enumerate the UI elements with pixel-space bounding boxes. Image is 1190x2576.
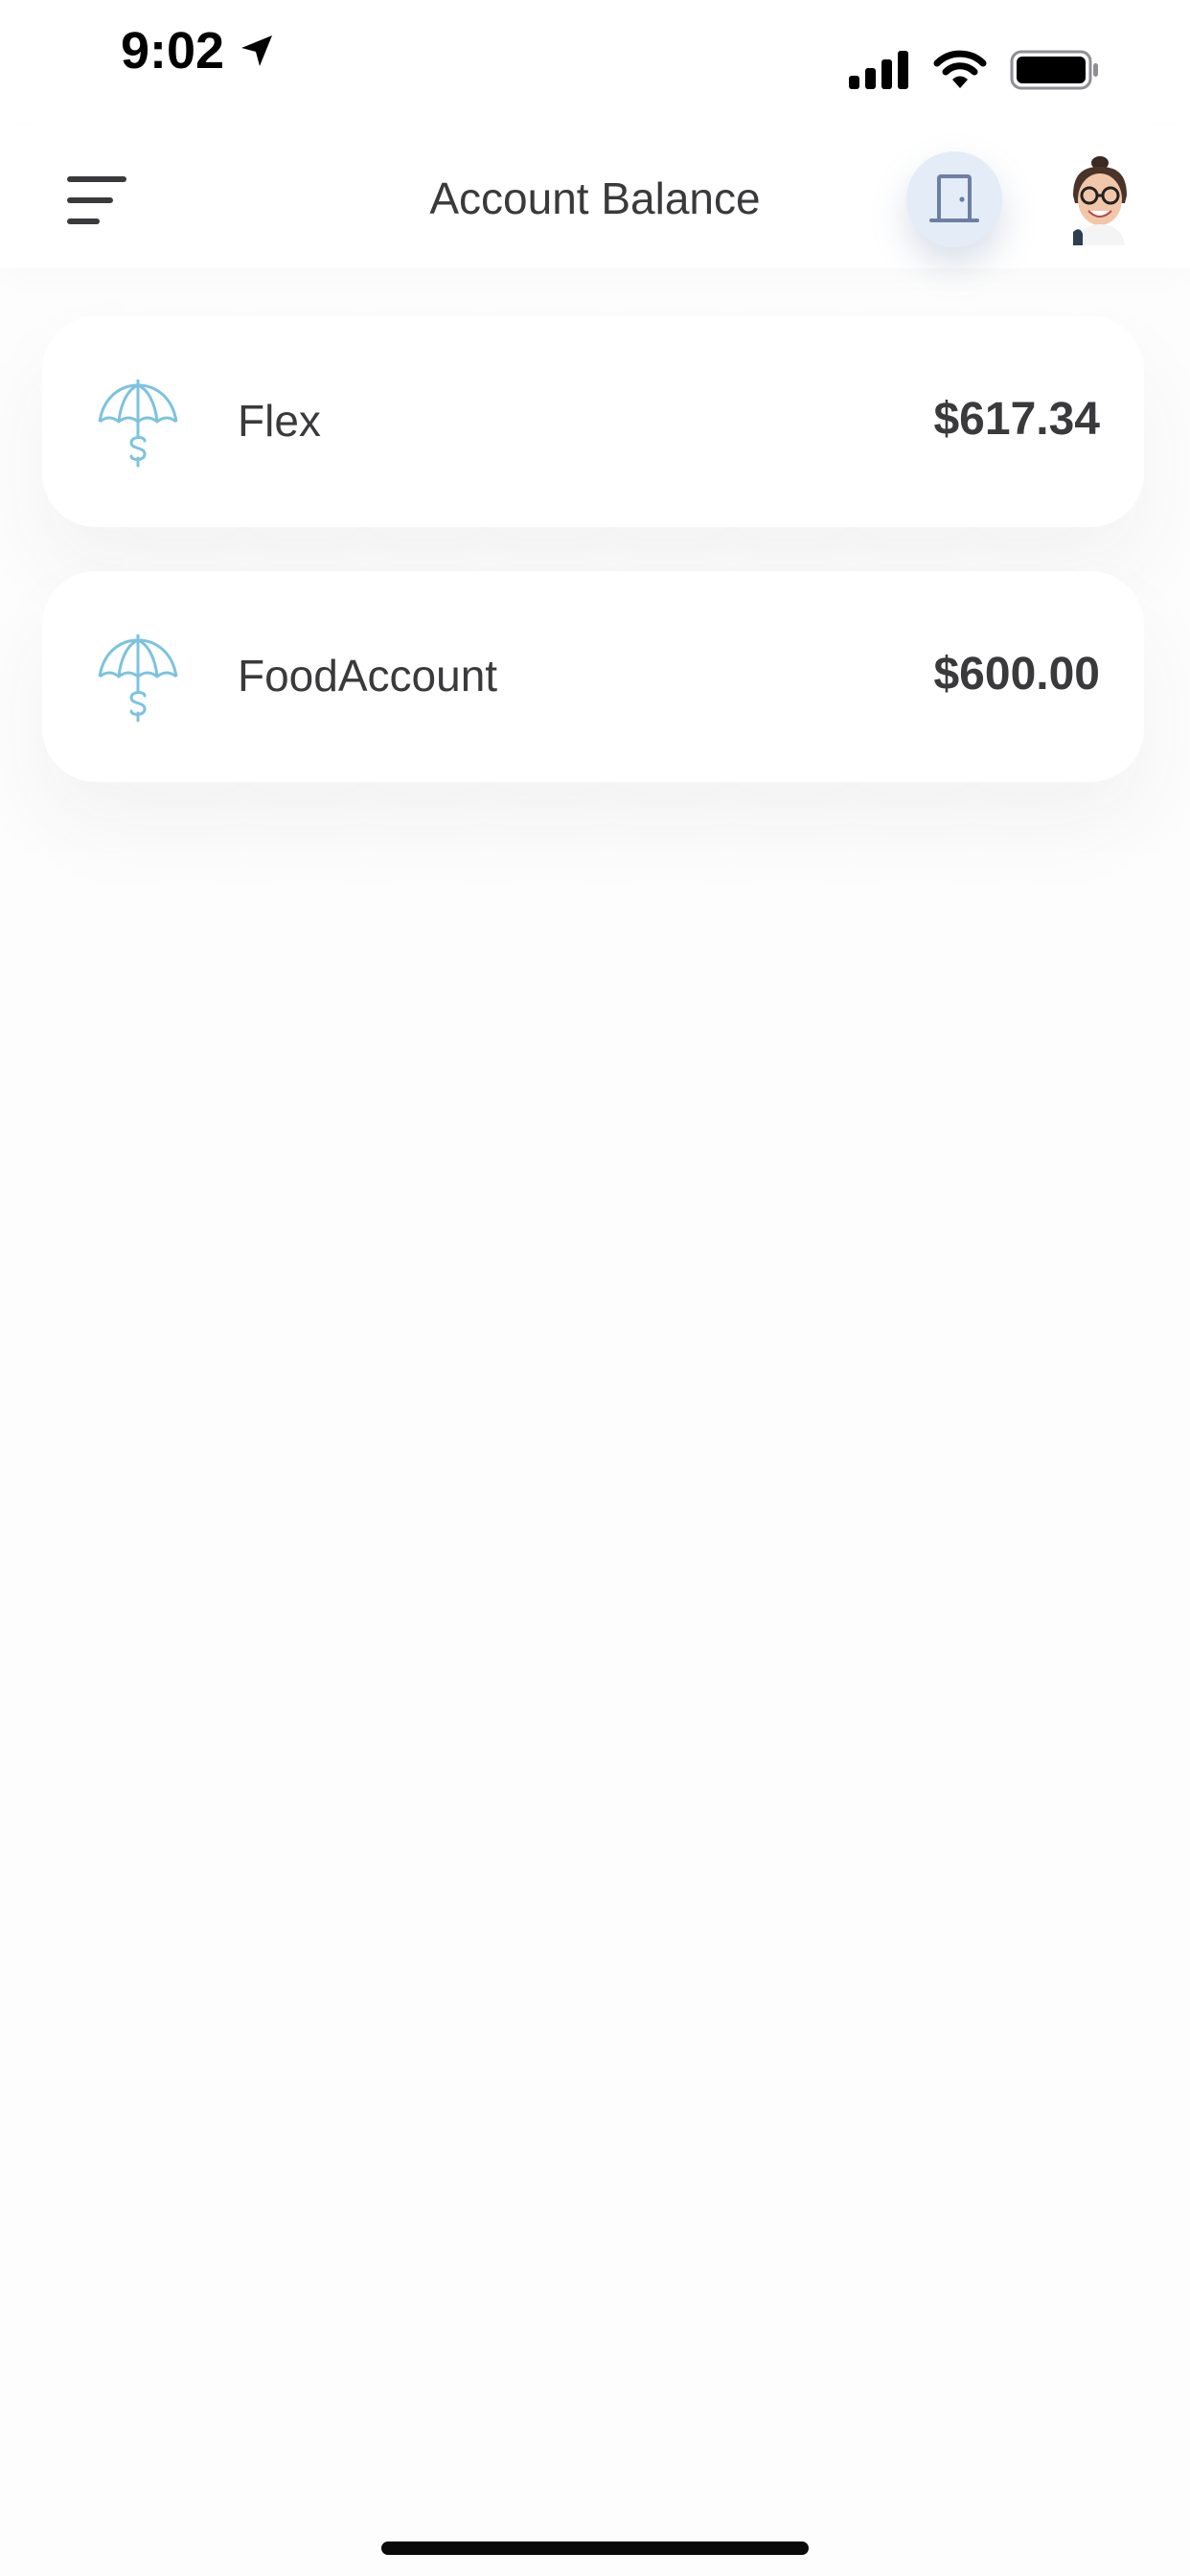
battery-icon [1010, 50, 1098, 90]
app-header: Account Balance [0, 125, 1190, 268]
status-bar: 9:02 [0, 0, 1190, 125]
status-time-text: 9:02 [121, 22, 225, 80]
status-time: 9:02 [121, 21, 276, 80]
logout-button[interactable] [906, 151, 1002, 247]
account-balance: $617.34 [933, 394, 1100, 445]
wifi-icon [933, 50, 987, 88]
account-card-flex[interactable]: Flex $617.34 [42, 316, 1144, 527]
cellular-signal-icon [849, 51, 908, 89]
account-balance: $600.00 [933, 649, 1100, 700]
umbrella-dollar-icon [98, 380, 178, 468]
account-card-foodaccount[interactable]: FoodAccount $600.00 [42, 571, 1144, 782]
home-indicator[interactable] [381, 2542, 809, 2555]
status-icons [849, 50, 1100, 90]
user-avatar[interactable] [1069, 153, 1131, 245]
door-icon [929, 174, 979, 222]
page-title: Account Balance [429, 173, 761, 223]
location-arrow-icon [241, 35, 273, 66]
umbrella-dollar-icon [98, 634, 178, 723]
account-name: FoodAccount [238, 651, 498, 701]
account-name: Flex [238, 396, 321, 446]
